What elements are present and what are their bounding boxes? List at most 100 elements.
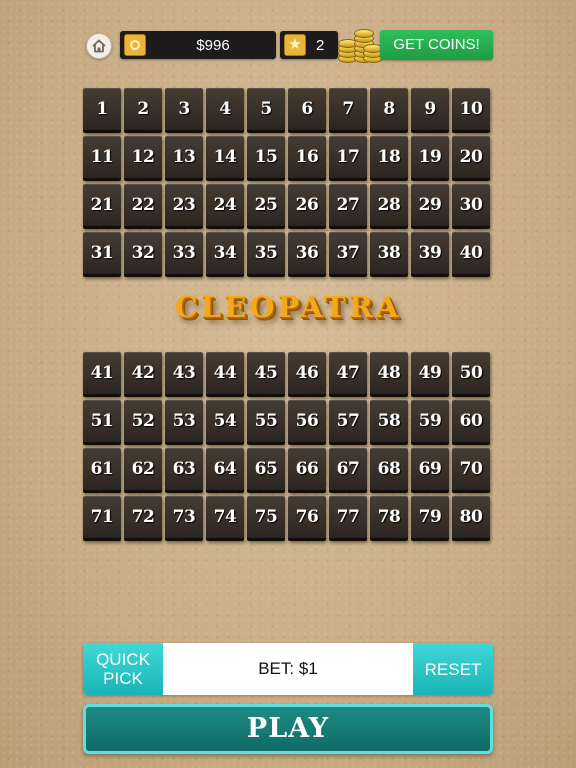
number-tile-75[interactable]: 75 xyxy=(247,496,285,541)
quick-pick-button[interactable]: QUICK PICK xyxy=(83,643,163,695)
number-tile-43[interactable]: 43 xyxy=(165,352,203,397)
number-tile-68[interactable]: 68 xyxy=(370,448,408,493)
number-tile-3[interactable]: 3 xyxy=(165,88,203,133)
number-tile-5[interactable]: 5 xyxy=(247,88,285,133)
number-tile-4[interactable]: 4 xyxy=(206,88,244,133)
quick-pick-label-line2: PICK xyxy=(103,669,143,688)
number-tile-39[interactable]: 39 xyxy=(411,232,449,277)
number-tile-33[interactable]: 33 xyxy=(165,232,203,277)
get-coins-button[interactable]: GET COINS! xyxy=(380,30,493,60)
number-tile-48[interactable]: 48 xyxy=(370,352,408,397)
number-grid-bottom: 41 42 43 44 45 46 47 48 49 50 51 52 53 54 55 56 57 58 59 60… xyxy=(83,352,493,541)
number-tile-66[interactable]: 66 xyxy=(288,448,326,493)
number-tile-23[interactable]: 23 xyxy=(165,184,203,229)
number-tile-20[interactable]: 20 xyxy=(452,136,490,181)
number-tile-9[interactable]: 9 xyxy=(411,88,449,133)
number-tile-17[interactable]: 17 xyxy=(329,136,367,181)
number-tile-22[interactable]: 22 xyxy=(124,184,162,229)
number-grid-top: 1 2 3 4 5 6 7 8 9 10 11 12 13 14 15 16 17 18 19 20 21 22 23 24 2… xyxy=(83,88,493,277)
number-tile-55[interactable]: 55 xyxy=(247,400,285,445)
number-tile-70[interactable]: 70 xyxy=(452,448,490,493)
number-tile-18[interactable]: 18 xyxy=(370,136,408,181)
number-tile-54[interactable]: 54 xyxy=(206,400,244,445)
number-tile-27[interactable]: 27 xyxy=(329,184,367,229)
bet-bar: QUICK PICK BET: $1 RESET xyxy=(83,643,493,695)
number-tile-64[interactable]: 64 xyxy=(206,448,244,493)
number-tile-62[interactable]: 62 xyxy=(124,448,162,493)
number-tile-15[interactable]: 15 xyxy=(247,136,285,181)
reset-button[interactable]: RESET xyxy=(413,643,493,695)
number-tile-72[interactable]: 72 xyxy=(124,496,162,541)
chip-icon xyxy=(124,34,146,56)
home-button[interactable] xyxy=(86,33,112,59)
number-tile-32[interactable]: 32 xyxy=(124,232,162,277)
number-tile-34[interactable]: 34 xyxy=(206,232,244,277)
number-tile-6[interactable]: 6 xyxy=(288,88,326,133)
number-tile-42[interactable]: 42 xyxy=(124,352,162,397)
number-tile-76[interactable]: 76 xyxy=(288,496,326,541)
game-logo: CLEOPATRA xyxy=(174,290,402,324)
number-tile-28[interactable]: 28 xyxy=(370,184,408,229)
number-tile-74[interactable]: 74 xyxy=(206,496,244,541)
number-tile-58[interactable]: 58 xyxy=(370,400,408,445)
number-tile-80[interactable]: 80 xyxy=(452,496,490,541)
balance-value: $996 xyxy=(196,36,230,54)
number-tile-60[interactable]: 60 xyxy=(452,400,490,445)
number-tile-14[interactable]: 14 xyxy=(206,136,244,181)
number-tile-13[interactable]: 13 xyxy=(165,136,203,181)
coin-stack-icon xyxy=(336,24,384,64)
number-tile-52[interactable]: 52 xyxy=(124,400,162,445)
number-tile-71[interactable]: 71 xyxy=(83,496,121,541)
number-tile-46[interactable]: 46 xyxy=(288,352,326,397)
bet-amount[interactable]: BET: $1 xyxy=(163,643,413,695)
number-tile-77[interactable]: 77 xyxy=(329,496,367,541)
number-tile-67[interactable]: 67 xyxy=(329,448,367,493)
number-tile-36[interactable]: 36 xyxy=(288,232,326,277)
number-tile-30[interactable]: 30 xyxy=(452,184,490,229)
number-tile-61[interactable]: 61 xyxy=(83,448,121,493)
number-tile-10[interactable]: 10 xyxy=(452,88,490,133)
quick-pick-label-line1: QUICK xyxy=(96,650,150,669)
number-tile-79[interactable]: 79 xyxy=(411,496,449,541)
number-tile-38[interactable]: 38 xyxy=(370,232,408,277)
number-tile-1[interactable]: 1 xyxy=(83,88,121,133)
play-button[interactable]: PLAY xyxy=(83,704,493,754)
number-tile-73[interactable]: 73 xyxy=(165,496,203,541)
number-tile-26[interactable]: 26 xyxy=(288,184,326,229)
number-tile-78[interactable]: 78 xyxy=(370,496,408,541)
number-tile-53[interactable]: 53 xyxy=(165,400,203,445)
number-tile-24[interactable]: 24 xyxy=(206,184,244,229)
number-tile-21[interactable]: 21 xyxy=(83,184,121,229)
number-tile-69[interactable]: 69 xyxy=(411,448,449,493)
number-tile-7[interactable]: 7 xyxy=(329,88,367,133)
number-tile-65[interactable]: 65 xyxy=(247,448,285,493)
number-tile-59[interactable]: 59 xyxy=(411,400,449,445)
number-tile-12[interactable]: 12 xyxy=(124,136,162,181)
number-tile-25[interactable]: 25 xyxy=(247,184,285,229)
number-tile-31[interactable]: 31 xyxy=(83,232,121,277)
number-tile-29[interactable]: 29 xyxy=(411,184,449,229)
number-tile-40[interactable]: 40 xyxy=(452,232,490,277)
number-tile-2[interactable]: 2 xyxy=(124,88,162,133)
number-tile-35[interactable]: 35 xyxy=(247,232,285,277)
number-tile-8[interactable]: 8 xyxy=(370,88,408,133)
number-tile-63[interactable]: 63 xyxy=(165,448,203,493)
number-tile-51[interactable]: 51 xyxy=(83,400,121,445)
number-tile-19[interactable]: 19 xyxy=(411,136,449,181)
number-tile-37[interactable]: 37 xyxy=(329,232,367,277)
number-tile-16[interactable]: 16 xyxy=(288,136,326,181)
balance-panel: $996 xyxy=(120,31,276,59)
number-tile-49[interactable]: 49 xyxy=(411,352,449,397)
number-tile-47[interactable]: 47 xyxy=(329,352,367,397)
stars-value: 2 xyxy=(316,36,325,54)
number-tile-11[interactable]: 11 xyxy=(83,136,121,181)
stars-panel: ★ 2 xyxy=(280,31,338,59)
number-tile-44[interactable]: 44 xyxy=(206,352,244,397)
number-tile-45[interactable]: 45 xyxy=(247,352,285,397)
number-tile-50[interactable]: 50 xyxy=(452,352,490,397)
number-tile-56[interactable]: 56 xyxy=(288,400,326,445)
home-icon xyxy=(92,39,106,53)
star-icon: ★ xyxy=(284,34,306,56)
number-tile-41[interactable]: 41 xyxy=(83,352,121,397)
number-tile-57[interactable]: 57 xyxy=(329,400,367,445)
